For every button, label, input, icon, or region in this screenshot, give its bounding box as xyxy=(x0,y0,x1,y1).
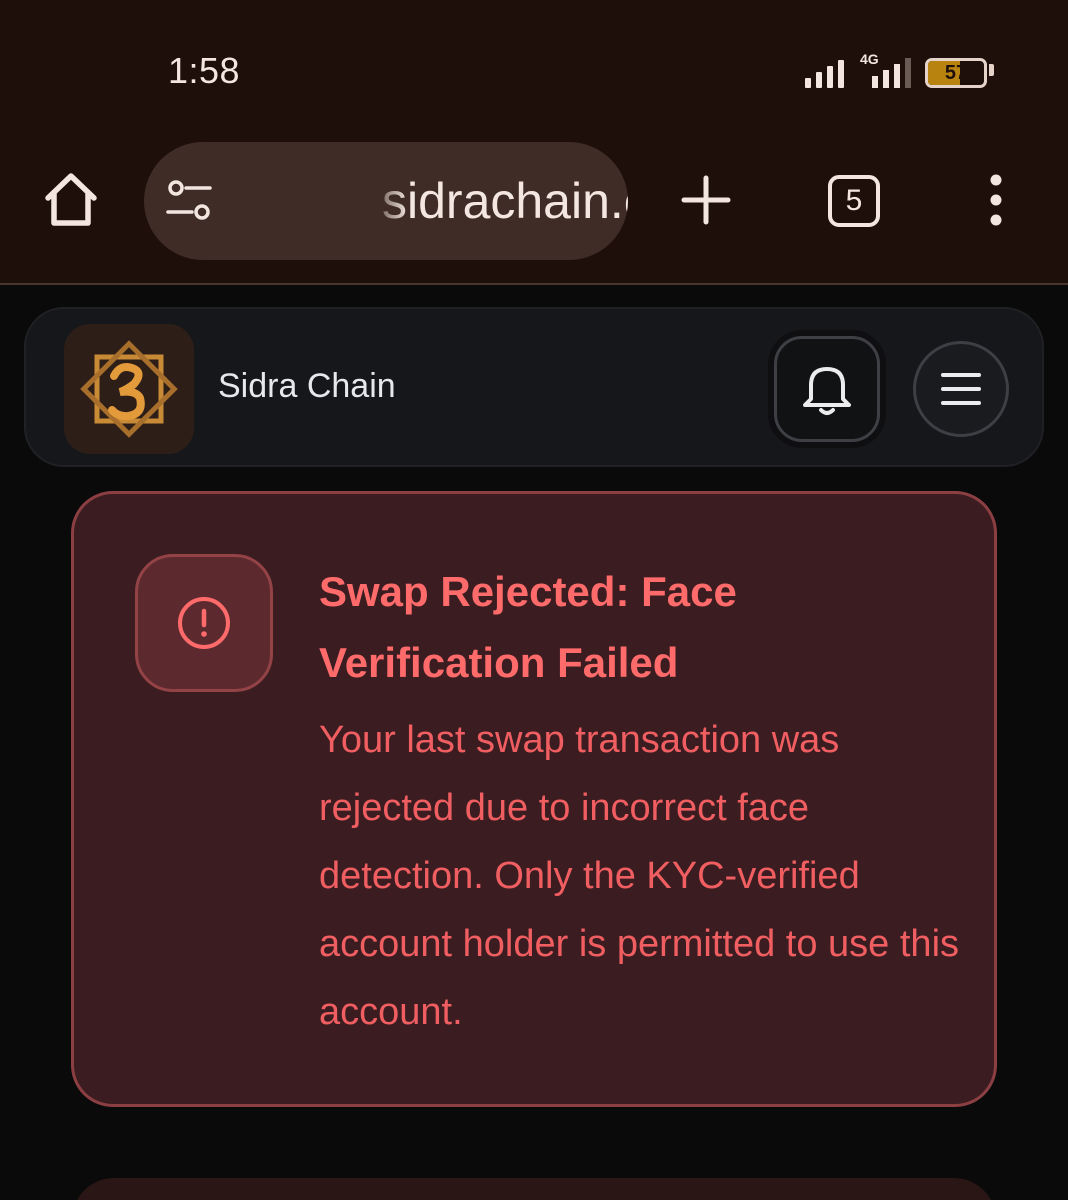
network-label: 4G xyxy=(860,51,879,67)
tune-icon[interactable] xyxy=(166,180,212,222)
alert-icon-container xyxy=(135,554,273,692)
status-time: 1:58 xyxy=(168,50,241,91)
network-icon: 4G xyxy=(858,52,911,88)
battery-icon: 57 xyxy=(925,58,987,88)
hamburger-icon xyxy=(941,373,981,405)
url-text[interactable]: sidrachain.com xyxy=(382,172,628,230)
more-vert-icon xyxy=(990,174,1002,226)
status-indicators: 4G 57 xyxy=(805,52,994,88)
notifications-button[interactable] xyxy=(774,336,880,442)
home-button[interactable] xyxy=(40,168,102,230)
address-bar[interactable]: sidrachain.com xyxy=(144,142,628,260)
alert-title: Swap Rejected: Face Verification Failed xyxy=(319,568,737,686)
home-icon xyxy=(45,173,97,226)
alert-circle-icon xyxy=(178,597,230,649)
alert-message: Your last swap transaction was rejected … xyxy=(319,719,960,1033)
new-tab-button[interactable] xyxy=(678,172,734,228)
battery-cap xyxy=(989,64,994,76)
signal-icon xyxy=(805,58,844,88)
browser-chrome: 1:58 4G 57 sidrachain.com xyxy=(0,0,1068,285)
sidra-logo-icon xyxy=(80,340,178,438)
site-header: Sidra Chain xyxy=(24,307,1044,467)
swap-rejected-alert: Swap Rejected: Face Verification Failed … xyxy=(71,491,997,1107)
next-card xyxy=(72,1178,996,1200)
bell-icon xyxy=(803,367,851,415)
nav-menu-button[interactable] xyxy=(913,341,1009,437)
url-fade xyxy=(368,142,408,260)
browser-menu-button[interactable] xyxy=(982,172,1010,228)
site-title: Sidra Chain xyxy=(218,367,396,405)
battery-percent: 57 xyxy=(944,62,968,84)
tab-switcher-button[interactable]: 5 xyxy=(828,175,880,227)
site-logo[interactable] xyxy=(64,324,194,454)
plus-icon xyxy=(681,175,731,225)
